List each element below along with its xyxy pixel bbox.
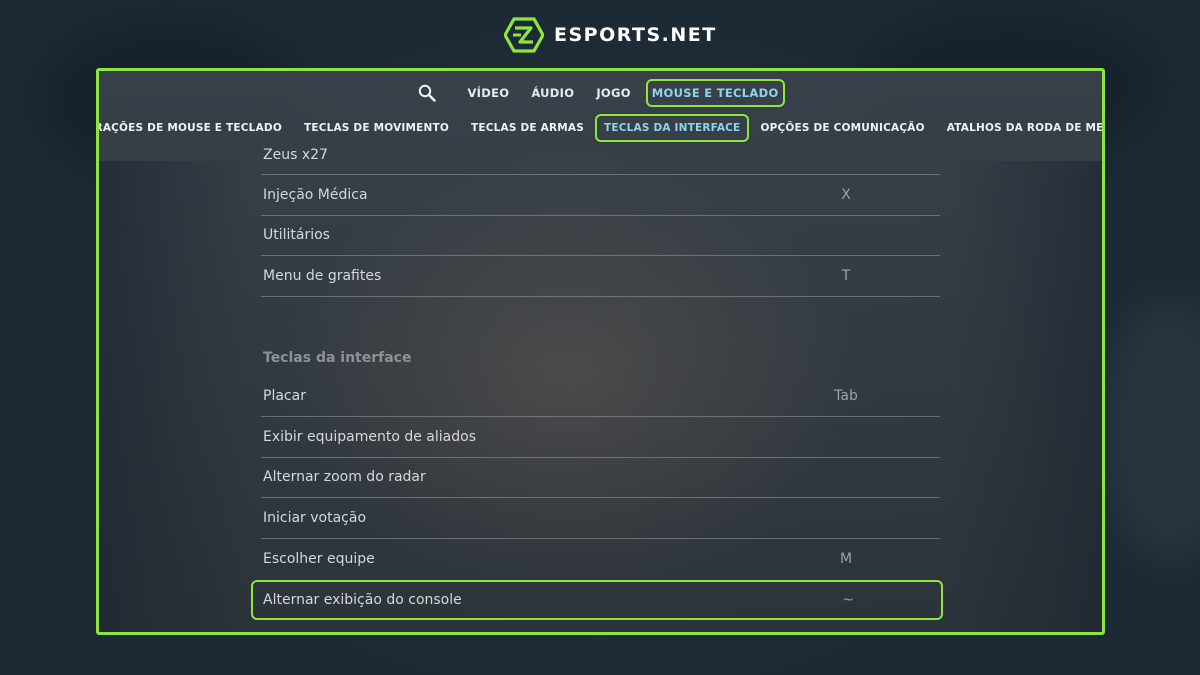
keybind-label: Menu de grafites: [263, 267, 382, 284]
keybind-row-show-team-equipment[interactable]: Exibir equipamento de aliados: [261, 417, 940, 458]
tab-mouse-keyboard[interactable]: MOUSE E TECLADO: [645, 79, 785, 107]
keybind-label: Injeção Médica: [263, 186, 368, 203]
keybind-label: Alternar zoom do radar: [263, 469, 426, 486]
keybind-key: X: [841, 186, 851, 203]
settings-panel: VÍDEO ÁUDIO JOGO MOUSE E TECLADO CONFIGU…: [96, 68, 1105, 635]
keybind-list: Zeus x27 Injeção Médica X Utilitários Me…: [251, 143, 943, 620]
tab-audio[interactable]: ÁUDIO: [520, 79, 585, 107]
esports-net-logo-icon: [504, 17, 544, 53]
subtab-interface-keys[interactable]: TECLAS DA INTERFACE: [594, 114, 750, 142]
top-navigation: VÍDEO ÁUDIO JOGO MOUSE E TECLADO: [99, 78, 1102, 108]
keybind-label: Exibir equipamento de aliados: [263, 428, 476, 445]
tab-game[interactable]: JOGO: [585, 79, 641, 107]
keybind-row-medishot[interactable]: Injeção Médica X: [261, 175, 940, 216]
background-shape: [1100, 300, 1200, 560]
keybind-label: Placar: [263, 388, 306, 405]
search-icon[interactable]: [416, 82, 438, 104]
tab-video[interactable]: VÍDEO: [456, 79, 520, 107]
panel-left-shade: [99, 161, 249, 632]
subtab-message-wheel-shortcuts[interactable]: ATALHOS DA RODA DE MENSAGENS: [936, 114, 1102, 142]
section-title-interface-keys: Teclas da interface: [263, 349, 412, 366]
keybind-row-radar-zoom[interactable]: Alternar zoom do radar: [261, 458, 940, 498]
keybind-label: Utilitários: [263, 227, 330, 244]
keybind-label: Zeus x27: [263, 147, 328, 163]
keybind-row-zeus[interactable]: Zeus x27: [261, 143, 940, 175]
keybind-label: Alternar exibição do console: [263, 592, 462, 608]
keybind-row-graffiti-menu[interactable]: Menu de grafites T: [261, 256, 940, 297]
keybind-label: Escolher equipe: [263, 550, 375, 567]
brand-name: ESPORTS.NET: [554, 24, 717, 46]
keybind-key: T: [841, 267, 851, 284]
sub-navigation: CONFIGURAÇÕES DE MOUSE E TECLADO TECLAS …: [99, 113, 1102, 143]
keybind-key: ~: [842, 592, 854, 608]
keybind-label: Iniciar votação: [263, 509, 367, 526]
subtab-communication-options[interactable]: OPÇÕES DE COMUNICAÇÃO: [749, 114, 935, 142]
keybind-row-toggle-console[interactable]: Alternar exibição do console ~: [251, 580, 943, 620]
subtab-mouse-keyboard-settings[interactable]: CONFIGURAÇÕES DE MOUSE E TECLADO: [99, 114, 293, 142]
keybind-row-utilities[interactable]: Utilitários: [261, 216, 940, 256]
esports-net-logo: ESPORTS.NET: [504, 17, 717, 53]
subtab-movement-keys[interactable]: TECLAS DE MOVIMENTO: [293, 114, 460, 142]
keybind-row-choose-team[interactable]: Escolher equipe M: [261, 539, 940, 580]
keybind-key: M: [839, 550, 853, 567]
keybind-key: Tab: [834, 388, 858, 405]
subtab-weapon-keys[interactable]: TECLAS DE ARMAS: [460, 114, 595, 142]
keybind-row-call-vote[interactable]: Iniciar votação: [261, 498, 940, 539]
keybind-row-scoreboard[interactable]: Placar Tab: [261, 377, 940, 417]
panel-right-shade: [952, 161, 1102, 632]
